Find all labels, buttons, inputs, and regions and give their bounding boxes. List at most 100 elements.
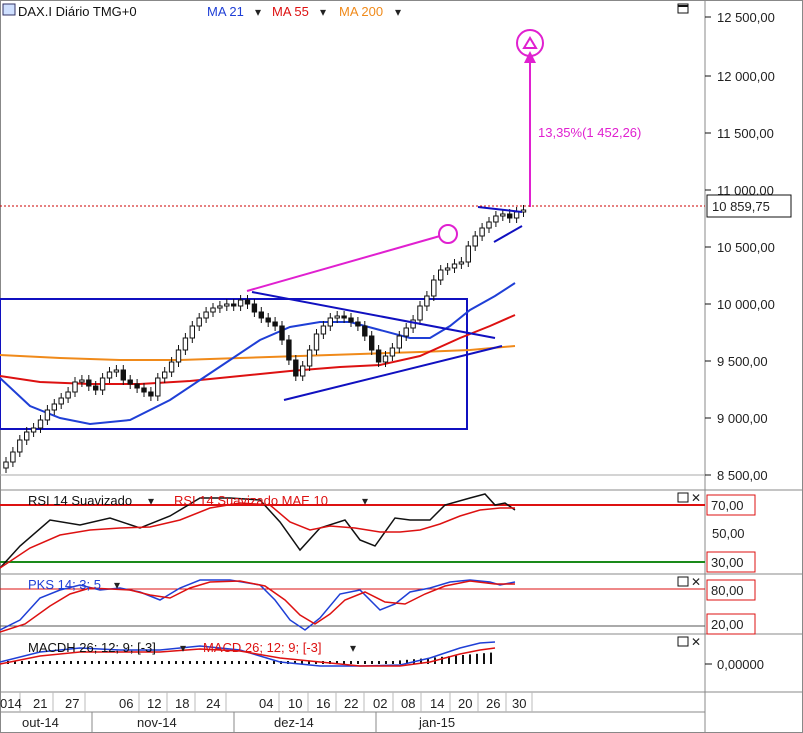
x-day-label: 06	[119, 696, 133, 711]
candle-body	[58, 397, 64, 405]
candle-body	[396, 335, 403, 349]
x-day-label: 10	[288, 696, 302, 711]
target-label: 13,35%(1 452,26)	[538, 125, 641, 140]
candle-body	[451, 263, 458, 269]
candle-body	[65, 391, 71, 399]
pks-arrow[interactable]: ▾	[114, 578, 120, 592]
candle-body	[224, 303, 230, 307]
macd-close-icon[interactable]: ✕	[691, 635, 701, 649]
candle-body	[286, 339, 292, 361]
candle-body	[237, 299, 244, 307]
x-month-label: nov-14	[137, 715, 177, 730]
price-tick-label: 9 500,00	[717, 354, 768, 369]
candle-body	[217, 305, 223, 309]
rsi-arrow[interactable]: ▾	[148, 494, 154, 508]
candle-body	[251, 303, 258, 313]
candle-body	[17, 439, 23, 453]
candle-body	[424, 295, 430, 307]
candle-body	[120, 369, 126, 381]
rsi-maximize-icon[interactable]	[677, 492, 689, 503]
price-tick-label: 9 000,00	[717, 411, 768, 426]
candle-body	[86, 379, 92, 387]
pks-level-80: 80,00	[711, 583, 744, 598]
candle-body	[417, 305, 423, 321]
x-day-label: 08	[401, 696, 415, 711]
candle-body	[168, 361, 175, 373]
pks-title[interactable]: PKS 14; 3; 5	[28, 577, 101, 592]
ma200-label[interactable]: MA 200	[339, 4, 383, 19]
candle-body	[389, 347, 396, 357]
candle-body	[493, 215, 499, 223]
x-day-label: 04	[259, 696, 273, 711]
x-month-label: out-14	[22, 715, 59, 730]
candle-body	[486, 221, 492, 229]
x-day-label: 12	[147, 696, 161, 711]
macd-arrow[interactable]: ▾	[180, 641, 186, 655]
ma55-arrow[interactable]: ▾	[320, 5, 326, 19]
candle-body	[79, 379, 85, 383]
candle-body	[106, 371, 113, 379]
x-day-label: 27	[65, 696, 79, 711]
candle-body	[458, 261, 465, 265]
candle-body	[500, 213, 506, 217]
x-day-label: 21	[33, 696, 47, 711]
price-tick-label: 10 000,00	[717, 297, 775, 312]
ma21-arrow[interactable]: ▾	[255, 5, 261, 19]
candle-body	[203, 311, 209, 319]
ma55-label[interactable]: MA 55	[272, 4, 309, 19]
candle-body	[403, 327, 409, 337]
macd-signal-title[interactable]: MACD 26; 12; 9; [-3]	[203, 640, 322, 655]
candle-body	[341, 315, 347, 319]
candle-body	[362, 325, 368, 337]
pks-maximize-icon[interactable]	[677, 576, 689, 587]
candle-body	[93, 385, 99, 391]
candle-body	[375, 349, 382, 363]
price-tick-label: 12 000,00	[717, 69, 775, 84]
x-month-label: dez-14	[274, 715, 314, 730]
candle-body	[355, 321, 361, 327]
candle-body	[348, 317, 354, 323]
candle-body	[37, 419, 44, 429]
candle-body	[24, 431, 30, 441]
x-month-label: jan-15	[418, 715, 455, 730]
rsi-close-icon[interactable]: ✕	[691, 491, 701, 505]
candle-body	[175, 349, 182, 363]
candle-body	[472, 235, 478, 247]
candle-body	[30, 427, 37, 433]
ma200-arrow[interactable]: ▾	[395, 5, 401, 19]
candle-body	[127, 379, 133, 385]
price-tick-label: 8 500,00	[717, 468, 768, 483]
candle-body	[113, 369, 120, 373]
macd-level-zero: 0,00000	[717, 657, 764, 672]
x-day-label: 24	[206, 696, 220, 711]
ma21-label[interactable]: MA 21	[207, 4, 244, 19]
symbol-label: DAX.I Diário TMG+0	[18, 4, 137, 19]
candle-body	[327, 317, 334, 327]
candle-body	[258, 311, 265, 319]
candle-body	[465, 245, 472, 263]
candle-body	[72, 381, 78, 393]
rsi-level-30: 30,00	[711, 555, 744, 570]
chart: DAX.I Diário TMG+0 MA 21 ▾ MA 55 ▾ MA 20…	[0, 0, 803, 733]
candle-body	[210, 307, 216, 313]
price-tick-label: 12 500,00	[717, 10, 775, 25]
rsi-level-70: 70,00	[711, 498, 744, 513]
macd-title[interactable]: MACDH 26; 12; 9; [-3]	[28, 640, 156, 655]
macd-maximize-icon[interactable]	[677, 636, 689, 647]
candle-body	[507, 213, 513, 219]
candle-body	[513, 211, 520, 219]
candle-body	[479, 227, 485, 237]
candle-body	[148, 391, 154, 397]
candle-body	[155, 377, 161, 397]
candle-body	[300, 365, 306, 377]
rsi-avg-arrow[interactable]: ▾	[362, 494, 368, 508]
rsi-avg-title[interactable]: RSI 14 Suavizado MAE 10	[174, 493, 328, 508]
x-day-label: 18	[175, 696, 189, 711]
macd-signal-arrow[interactable]: ▾	[350, 641, 356, 655]
x-day-label: 22	[344, 696, 358, 711]
candle-body	[44, 409, 51, 421]
rsi-title[interactable]: RSI 14 Suavizado	[28, 493, 132, 508]
candle-body	[189, 325, 196, 339]
pks-close-icon[interactable]: ✕	[691, 575, 701, 589]
candle-body	[279, 325, 285, 341]
